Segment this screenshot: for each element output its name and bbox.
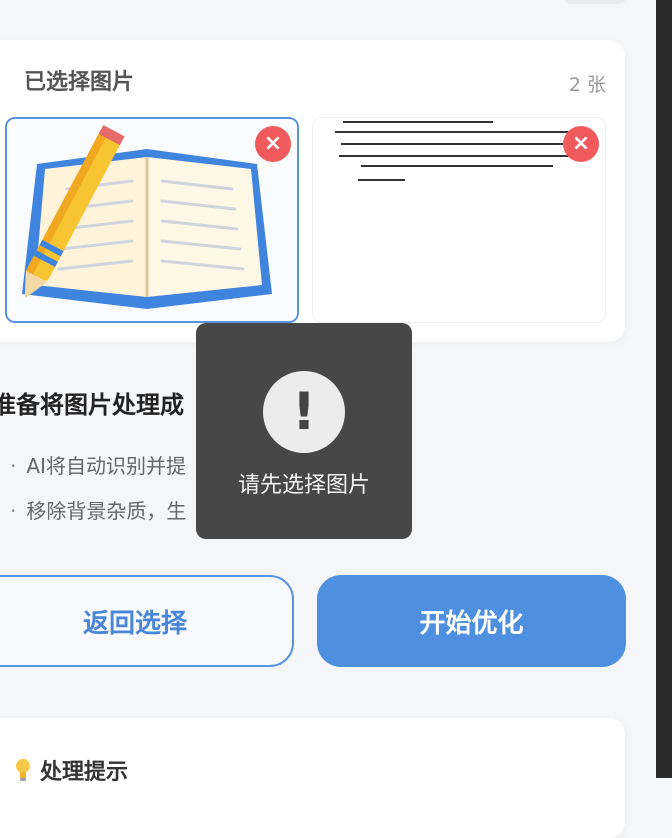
process-heading: 准备将图片处理成 (0, 391, 184, 419)
top-pill (564, 0, 626, 4)
bullet-text: AI将自动识别并提 (26, 454, 186, 478)
thumbnail-document[interactable] (312, 117, 606, 323)
bullet-dot: · (10, 499, 17, 523)
document-illustration (313, 118, 605, 322)
start-optimize-button[interactable]: 开始优化 (317, 575, 626, 667)
lightbulb-icon (16, 759, 30, 781)
bullet-dot: · (10, 454, 17, 478)
tips-title: 处理提示 (40, 760, 129, 785)
process-bullet: · 移除背景杂质，生 (10, 495, 186, 524)
process-bullet: · AI将自动识别并提 (10, 450, 186, 479)
close-icon: × (571, 131, 591, 156)
bullet-text: 移除背景杂质，生 (26, 499, 187, 523)
remove-image-button[interactable]: × (563, 126, 599, 162)
toast: ! 请先选择图片 (196, 323, 412, 539)
back-to-select-button[interactable]: 返回选择 (0, 575, 294, 667)
book-illustration (7, 119, 297, 321)
right-edge (656, 0, 672, 778)
toast-message: 请先选择图片 (237, 473, 370, 498)
selected-title: 已选择图片 (24, 70, 135, 95)
close-icon: × (263, 131, 283, 156)
image-count: 2 张 (568, 74, 606, 96)
exclamation-icon: ! (263, 371, 345, 453)
tips-heading: 处理提示 (12, 754, 128, 786)
remove-image-button[interactable]: × (255, 126, 291, 162)
